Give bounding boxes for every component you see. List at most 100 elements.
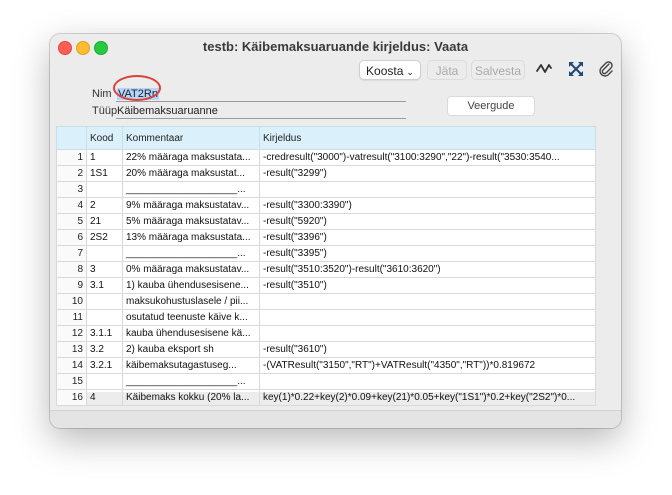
- kirjeldus-cell[interactable]: [259, 325, 596, 342]
- kood-cell[interactable]: [86, 373, 123, 390]
- row-number: 2: [56, 165, 87, 182]
- kirjeldus-cell[interactable]: -result("3610"): [259, 341, 596, 358]
- nim-label: Nim: [92, 88, 112, 100]
- nim-underline: [116, 101, 406, 102]
- tyyp-label: Tüüp: [92, 105, 118, 117]
- row-number: 12: [56, 325, 87, 342]
- column-header-kirjeldus[interactable]: Kirjeldus: [259, 126, 596, 150]
- kood-cell[interactable]: 4: [86, 389, 123, 406]
- table-row[interactable]: 12 3.1.1 kauba ühendusesisene kä...: [56, 325, 596, 342]
- salvesta-button[interactable]: Salvesta: [471, 60, 525, 80]
- kommentaar-cell[interactable]: kauba ühendusesisene kä...: [122, 325, 260, 342]
- table-row[interactable]: 15 ____________________...: [56, 373, 596, 390]
- kommentaar-cell[interactable]: 5% määraga maksustatav...: [122, 213, 260, 230]
- column-header-kommentaar[interactable]: Kommentaar: [122, 126, 260, 150]
- kirjeldus-cell[interactable]: -result("3510:3520")-result("3610:3620"): [259, 261, 596, 278]
- kood-cell[interactable]: 1S1: [86, 165, 123, 182]
- kommentaar-cell[interactable]: ____________________...: [122, 373, 260, 390]
- koosta-button[interactable]: Koosta ⌄: [359, 60, 421, 80]
- veergude-button[interactable]: Veergude: [447, 96, 535, 116]
- kirjeldus-cell[interactable]: [259, 293, 596, 310]
- kood-cell[interactable]: [86, 309, 123, 326]
- row-number: 11: [56, 309, 87, 326]
- kommentaar-cell[interactable]: maksukohustuslasele / pii...: [122, 293, 260, 310]
- kommentaar-cell[interactable]: ____________________...: [122, 245, 260, 262]
- row-number: 14: [56, 357, 87, 374]
- kirjeldus-cell[interactable]: -result("5920"): [259, 213, 596, 230]
- kood-cell[interactable]: 2: [86, 197, 123, 214]
- table-row[interactable]: 1 1 22% määraga maksustata... -credresult("…: [56, 149, 596, 166]
- table-row[interactable]: 11 osutatud teenuste käive k...: [56, 309, 596, 326]
- kood-cell[interactable]: 1: [86, 149, 123, 166]
- kirjeldus-cell[interactable]: [259, 181, 596, 198]
- row-number: 7: [56, 245, 87, 262]
- tyyp-underline: [116, 118, 406, 119]
- expand-icon[interactable]: [566, 59, 586, 79]
- table-row[interactable]: 6 2S2 13% määraga maksustata... -result("33…: [56, 229, 596, 246]
- row-number: 1: [56, 149, 87, 166]
- kirjeldus-cell[interactable]: -result("3299"): [259, 165, 596, 182]
- kommentaar-cell[interactable]: 22% määraga maksustata...: [122, 149, 260, 166]
- kood-cell[interactable]: 3.2.1: [86, 357, 123, 374]
- table-row[interactable]: 9 3.1 1) kauba ühendusesisene... -result("3…: [56, 277, 596, 294]
- row-number: 13: [56, 341, 87, 358]
- table-row[interactable]: 5 21 5% määraga maksustatav... -result("592…: [56, 213, 596, 230]
- table-header-row: Kood Kommentaar Kirjeldus: [56, 126, 596, 150]
- kirjeldus-cell[interactable]: -result("3395"): [259, 245, 596, 262]
- row-number: 9: [56, 277, 87, 294]
- kood-cell[interactable]: 3: [86, 261, 123, 278]
- kommentaar-cell[interactable]: 2) kauba eksport sh: [122, 341, 260, 358]
- table-row[interactable]: 3 ____________________...: [56, 181, 596, 198]
- kood-cell[interactable]: 2S2: [86, 229, 123, 246]
- highlight-annotation: [113, 75, 161, 101]
- kommentaar-cell[interactable]: käibemaksutagastuseg...: [122, 357, 260, 374]
- kirjeldus-cell[interactable]: -(VATResult("3150","RT")+VATResult("4350…: [259, 357, 596, 374]
- chevron-down-icon: ⌄: [406, 67, 414, 77]
- table-row[interactable]: 14 3.2.1 käibemaksutagastuseg... -(VATResu…: [56, 357, 596, 374]
- activity-icon[interactable]: [534, 59, 554, 79]
- column-header-kood[interactable]: Kood: [86, 126, 123, 150]
- kirjeldus-cell[interactable]: key(1)*0.22+key(2)*0.09+key(21)*0.05+key…: [259, 389, 596, 406]
- kommentaar-cell[interactable]: 20% määraga maksustat...: [122, 165, 260, 182]
- kood-cell[interactable]: 21: [86, 213, 123, 230]
- kommentaar-cell[interactable]: osutatud teenuste käive k...: [122, 309, 260, 326]
- kood-cell[interactable]: [86, 245, 123, 262]
- row-number: 8: [56, 261, 87, 278]
- kommentaar-cell[interactable]: Käibemaks kokku (20% la...: [122, 389, 260, 406]
- kommentaar-cell[interactable]: 9% määraga maksustatav...: [122, 197, 260, 214]
- app-window: testb: Käibemaksuaruande kirjeldus: Vaat…: [50, 34, 621, 428]
- kood-cell[interactable]: 3.2: [86, 341, 123, 358]
- table-row[interactable]: 4 2 9% määraga maksustatav... -result("3300…: [56, 197, 596, 214]
- kommentaar-cell[interactable]: 0% määraga maksustatav...: [122, 261, 260, 278]
- table-row[interactable]: 2 1S1 20% määraga maksustat... -result("329…: [56, 165, 596, 182]
- kood-cell[interactable]: 3.1.1: [86, 325, 123, 342]
- jata-button[interactable]: Jäta: [427, 60, 467, 80]
- table-row[interactable]: 7 ____________________... -result("3395"): [56, 245, 596, 262]
- kirjeldus-cell[interactable]: [259, 373, 596, 390]
- table-row[interactable]: 13 3.2 2) kauba eksport sh -result("3610"): [56, 341, 596, 358]
- data-table-container[interactable]: Kood Kommentaar Kirjeldus 1 1 22% määraga …: [56, 126, 596, 406]
- kommentaar-cell[interactable]: 1) kauba ühendusesisene...: [122, 277, 260, 294]
- table-row[interactable]: 10 maksukohustuslasele / pii...: [56, 293, 596, 310]
- kood-cell[interactable]: [86, 181, 123, 198]
- paperclip-icon[interactable]: [596, 59, 616, 79]
- row-number: 4: [56, 197, 87, 214]
- kirjeldus-cell[interactable]: -result("3396"): [259, 229, 596, 246]
- kirjeldus-cell[interactable]: -result("3300:3390"): [259, 197, 596, 214]
- row-number: 3: [56, 181, 87, 198]
- kirjeldus-cell[interactable]: [259, 309, 596, 326]
- koosta-label: Koosta: [366, 64, 404, 78]
- kommentaar-cell[interactable]: ____________________...: [122, 181, 260, 198]
- data-table: Kood Kommentaar Kirjeldus 1 1 22% määraga …: [56, 126, 596, 406]
- table-row[interactable]: 8 3 0% määraga maksustatav... -result("3510…: [56, 261, 596, 278]
- tyyp-field[interactable]: Käibemaksuaruanne: [117, 105, 218, 117]
- kirjeldus-cell[interactable]: -result("3510"): [259, 277, 596, 294]
- column-header-rownum: [56, 126, 87, 150]
- kood-cell[interactable]: 3.1: [86, 277, 123, 294]
- row-number: 16: [56, 389, 87, 406]
- kommentaar-cell[interactable]: 13% määraga maksustata...: [122, 229, 260, 246]
- kirjeldus-cell[interactable]: -credresult("3000")-vatresult("3100:3290…: [259, 149, 596, 166]
- table-row[interactable]: 16 4 Käibemaks kokku (20% la... key(1)*0.22…: [56, 389, 596, 406]
- row-number: 5: [56, 213, 87, 230]
- kood-cell[interactable]: [86, 293, 123, 310]
